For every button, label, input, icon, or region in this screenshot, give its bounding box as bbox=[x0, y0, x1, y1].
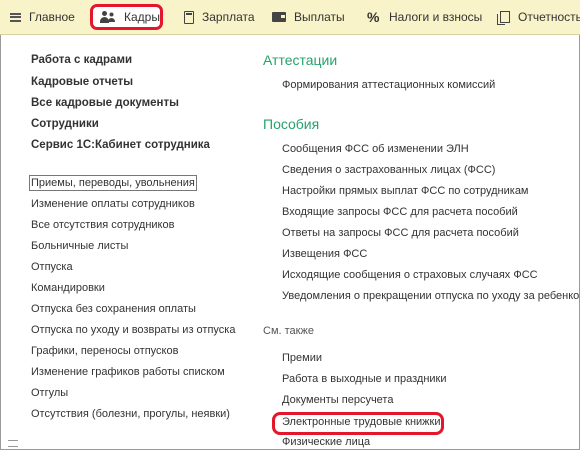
link-vacation-schedules[interactable]: Графики, переносы отпусков bbox=[31, 345, 178, 357]
tab-payments[interactable]: Выплаты bbox=[272, 0, 345, 34]
tab-payments-label: Выплаты bbox=[294, 10, 345, 24]
link-individuals[interactable]: Физические лица bbox=[282, 436, 370, 448]
scroll-handle-icon bbox=[8, 440, 18, 447]
tab-reports-label: Отчетность bbox=[518, 10, 580, 24]
link-unpaid-vacations[interactable]: Отпуска без сохранения оплаты bbox=[31, 303, 196, 315]
link-leave-termination-notices[interactable]: Уведомления о прекращении отпуска по ухо… bbox=[282, 290, 580, 302]
tab-kadry[interactable]: Кадры bbox=[100, 0, 160, 34]
wallet-icon bbox=[272, 12, 286, 22]
link-fss-notices[interactable]: Извещения ФСС bbox=[282, 248, 367, 260]
section-title-see-also: См. также bbox=[263, 325, 314, 337]
link-personnel-docs[interactable]: Документы персучета bbox=[282, 394, 393, 406]
tab-reports[interactable]: Отчетность bbox=[497, 0, 580, 34]
link-weekend-work[interactable]: Работа в выходные и праздники bbox=[282, 373, 447, 385]
link-employee-cabinet[interactable]: Сервис 1С:Кабинет сотрудника bbox=[31, 139, 210, 151]
tab-main[interactable]: Главное bbox=[10, 0, 75, 34]
tab-salary-label: Зарплата bbox=[202, 10, 255, 24]
link-fss-insured-info[interactable]: Сведения о застрахованных лицах (ФСС) bbox=[282, 164, 495, 176]
link-days-off[interactable]: Отгулы bbox=[31, 387, 68, 399]
link-absences-illness[interactable]: Отсутствия (болезни, прогулы, неявки) bbox=[31, 408, 230, 420]
link-electronic-work-books[interactable]: Электронные трудовые книжки bbox=[282, 416, 441, 428]
link-attestation-commissions[interactable]: Формирования аттестационных комиссий bbox=[282, 79, 495, 91]
link-hiring-transfers[interactable]: Приемы, переводы, увольнения bbox=[29, 175, 197, 191]
link-fss-incoming-requests[interactable]: Входящие запросы ФСС для расчета пособий bbox=[282, 206, 518, 218]
link-all-absences[interactable]: Все отсутствия сотрудников bbox=[31, 219, 174, 231]
link-fss-request-answers[interactable]: Ответы на запросы ФСС для расчета пособи… bbox=[282, 227, 519, 239]
tab-taxes[interactable]: % Налоги и взносы bbox=[367, 0, 482, 34]
top-navigation-bar: Главное Кадры Зарплата Выплаты % Налоги … bbox=[0, 0, 580, 35]
tab-taxes-label: Налоги и взносы bbox=[389, 10, 483, 24]
link-fss-direct-payments[interactable]: Настройки прямых выплат ФСС по сотрудник… bbox=[282, 185, 529, 197]
menu-icon bbox=[10, 12, 21, 22]
link-kadry-reports[interactable]: Кадровые отчеты bbox=[31, 76, 133, 88]
documents-icon bbox=[497, 11, 510, 25]
percent-icon: % bbox=[367, 9, 380, 25]
link-all-kadry-docs[interactable]: Все кадровые документы bbox=[31, 97, 179, 109]
tab-main-label: Главное bbox=[29, 10, 75, 24]
tab-kadry-label: Кадры bbox=[124, 10, 160, 24]
link-work-schedule-change[interactable]: Изменение графиков работы списком bbox=[31, 366, 225, 378]
link-fss-eln-messages[interactable]: Сообщения ФСС об изменении ЭЛН bbox=[282, 143, 469, 155]
link-bonuses[interactable]: Премии bbox=[282, 352, 322, 364]
people-icon bbox=[100, 11, 116, 23]
link-employees[interactable]: Сотрудники bbox=[31, 118, 99, 130]
section-title-attestation: Аттестации bbox=[263, 52, 338, 68]
link-kadry-work[interactable]: Работа с кадрами bbox=[31, 54, 132, 66]
calculator-icon bbox=[184, 10, 194, 24]
link-parental-leave[interactable]: Отпуска по уходу и возвраты из отпуска bbox=[31, 324, 235, 336]
link-fss-outgoing-messages[interactable]: Исходящие сообщения о страховых случаях … bbox=[282, 269, 538, 281]
tab-salary[interactable]: Зарплата bbox=[184, 0, 255, 34]
link-pay-change[interactable]: Изменение оплаты сотрудников bbox=[31, 198, 195, 210]
link-sick-leaves[interactable]: Больничные листы bbox=[31, 240, 128, 252]
link-vacations[interactable]: Отпуска bbox=[31, 261, 73, 273]
link-business-trips[interactable]: Командировки bbox=[31, 282, 105, 294]
section-title-benefits: Пособия bbox=[263, 116, 320, 132]
